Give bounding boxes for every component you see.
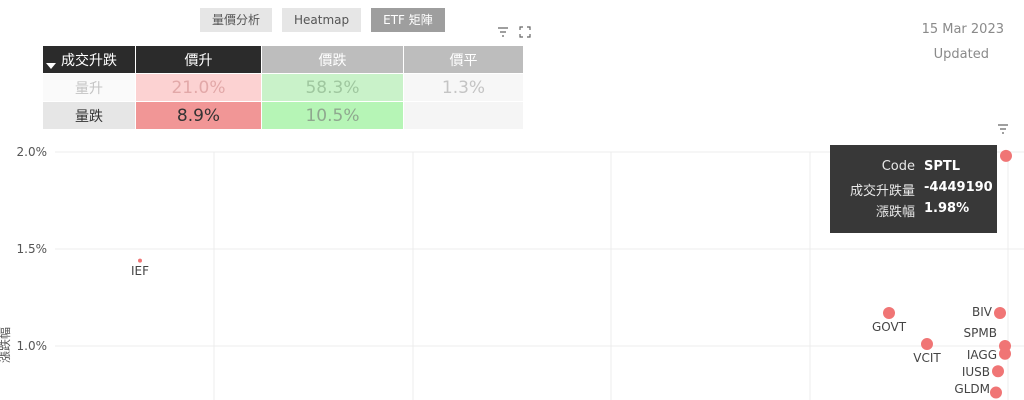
scatter-point-sptl[interactable]	[1000, 149, 1012, 162]
matrix-cell[interactable]: 10.5%	[261, 101, 404, 130]
point-label-vcit: VCIT	[913, 351, 941, 365]
data-tooltip: Code SPTL 成交升跌量 -4449190 漲跌幅 1.98%	[830, 145, 997, 233]
etf-matrix-table: 成交升跌 價升 價跌 價平 量升 21.0% 58.3% 1.3% 量跌 8.9…	[42, 45, 524, 130]
scatter-point-spmb[interactable]	[999, 340, 1011, 352]
matrix-cell[interactable]: 1.3%	[403, 73, 524, 102]
filter-icon[interactable]	[497, 26, 509, 38]
column-header-price-flat: 價平	[403, 45, 524, 74]
tab-bar: 量價分析 Heatmap ETF 矩陣	[200, 8, 445, 32]
matrix-corner-header[interactable]: 成交升跌	[42, 45, 136, 74]
report-date: 15 Mar 2023	[921, 22, 1004, 37]
tooltip-value: SPTL	[924, 159, 961, 174]
y-axis-label: 漲跌幅	[0, 327, 12, 363]
row-label-volume-down: 量跌	[42, 101, 136, 130]
tooltip-key: Code	[881, 159, 915, 174]
row-label-volume-up: 量升	[42, 73, 136, 102]
tooltip-key: 成交升跌量	[849, 184, 915, 199]
expand-icon[interactable]	[519, 26, 531, 38]
sort-caret-icon[interactable]	[46, 63, 56, 69]
point-label-gldm: GLDM	[954, 382, 990, 396]
matrix-header-row: 成交升跌 價升 價跌 價平	[42, 45, 524, 74]
table-row: 量跌 8.9% 10.5%	[42, 101, 524, 130]
updated-label: Updated	[933, 47, 989, 62]
tooltip-key: 漲跌幅	[875, 205, 915, 220]
tooltip-value: -4449190	[924, 180, 993, 195]
matrix-cell[interactable]	[403, 101, 524, 130]
tooltip-row: 漲跌幅 1.98%	[830, 201, 997, 221]
matrix-corner-label: 成交升跌	[61, 52, 117, 69]
matrix-cell[interactable]: 58.3%	[261, 73, 404, 102]
chart-filter-icon[interactable]	[997, 123, 1009, 135]
scatter-point-gldm[interactable]	[990, 386, 1002, 399]
point-label-iusb: IUSB	[962, 365, 990, 379]
scatter-point-iusb[interactable]	[992, 365, 1004, 378]
scatter-point-vcit[interactable]	[921, 338, 933, 351]
point-label-govt: GOVT	[872, 320, 907, 334]
y-tick-label: 1.0%	[17, 339, 48, 353]
table-row: 量升 21.0% 58.3% 1.3%	[42, 73, 524, 102]
tab-etf-matrix[interactable]: ETF 矩陣	[371, 8, 445, 32]
y-tick-label: 2.0%	[17, 145, 48, 159]
column-header-price-up: 價升	[135, 45, 262, 74]
scatter-point-biv[interactable]	[994, 307, 1006, 320]
tab-heatmap[interactable]: Heatmap	[282, 8, 362, 32]
y-tick-label: 1.5%	[17, 242, 48, 256]
point-label-biv: BIV	[972, 305, 993, 319]
point-label-spmb: SPMB	[964, 326, 997, 340]
matrix-cell[interactable]: 8.9%	[135, 101, 262, 130]
column-header-price-down: 價跌	[261, 45, 404, 74]
tooltip-value: 1.98%	[924, 201, 970, 216]
point-label-iagg: IAGG	[967, 348, 997, 362]
scatter-point-govt[interactable]	[883, 307, 895, 320]
matrix-cell[interactable]: 21.0%	[135, 73, 262, 102]
visual-toolbar	[497, 26, 531, 38]
tooltip-row: 成交升跌量 -4449190	[830, 180, 997, 200]
tab-volume-price-analysis[interactable]: 量價分析	[200, 8, 273, 32]
tooltip-row: Code SPTL	[830, 159, 997, 179]
scatter-point-ief[interactable]	[138, 258, 142, 263]
point-label-ief: IEF	[131, 264, 149, 278]
scatter-point-iagg[interactable]	[999, 347, 1011, 360]
